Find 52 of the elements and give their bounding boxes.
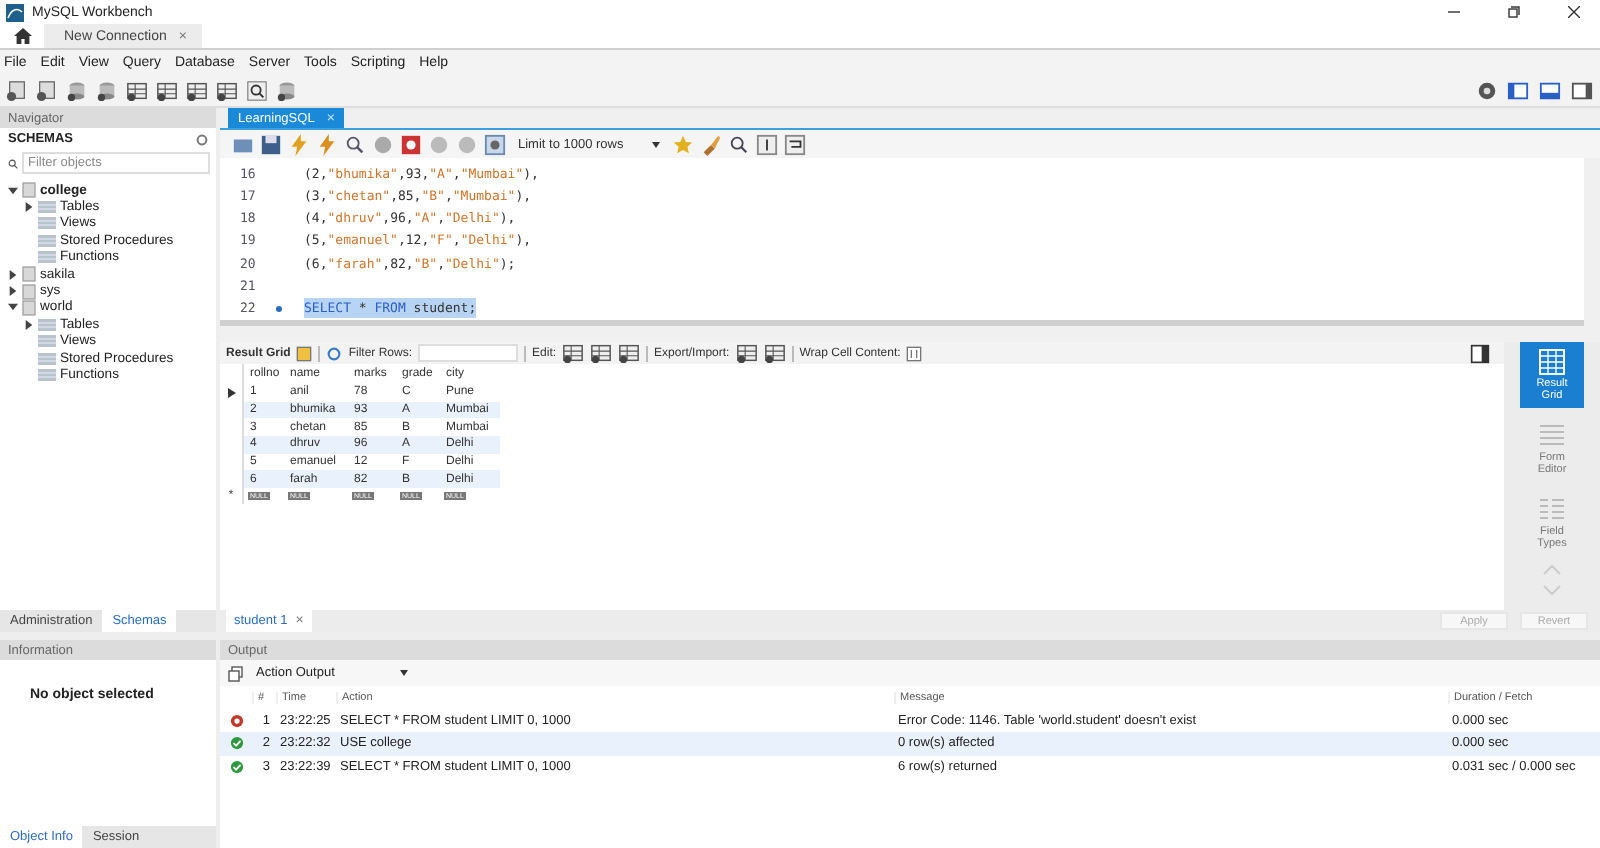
import-icon[interactable] (763, 342, 786, 364)
caret-icon (400, 670, 408, 676)
new-sql-tab-icon[interactable] (6, 79, 28, 101)
search-icon[interactable] (246, 79, 268, 101)
caret-icon (651, 141, 660, 147)
autocommit-icon[interactable] (484, 133, 506, 155)
add-row-icon[interactable] (590, 342, 613, 364)
filter-rows-field[interactable] (418, 344, 519, 362)
expand-arrow-icon[interactable] (24, 319, 34, 330)
create-function-icon[interactable] (216, 79, 238, 101)
search-icon[interactable] (727, 133, 750, 155)
minimize-icon[interactable] (1448, 6, 1460, 18)
search-icon (8, 157, 18, 169)
create-view-icon[interactable] (156, 79, 178, 101)
invisible-chars-icon[interactable] (755, 133, 778, 155)
restore-icon[interactable] (1508, 6, 1520, 18)
database-icon[interactable] (66, 79, 88, 101)
sidebar-toggle-icon[interactable] (1506, 79, 1530, 101)
star-icon[interactable] (671, 133, 694, 155)
wrap-icon[interactable] (906, 345, 923, 361)
close-icon[interactable] (1568, 6, 1580, 18)
create-procedure-icon[interactable] (186, 79, 208, 101)
delete-row-icon[interactable] (618, 342, 641, 364)
panel-toggle-icon[interactable] (1470, 343, 1490, 363)
success-icon (229, 759, 243, 774)
create-table-icon[interactable] (126, 79, 148, 101)
brush-icon[interactable] (699, 133, 722, 155)
refresh-icon[interactable] (326, 345, 343, 361)
save-icon[interactable] (260, 133, 282, 155)
success-icon (229, 736, 243, 751)
refresh-icon[interactable] (196, 133, 208, 145)
word-wrap-icon[interactable] (783, 133, 806, 155)
panel-toggle-icon[interactable] (1570, 79, 1594, 101)
settings-icon[interactable] (1476, 79, 1498, 101)
list-icon (1538, 496, 1566, 524)
magnifier-icon[interactable] (344, 133, 366, 155)
form-icon (1538, 422, 1566, 450)
error-icon (229, 713, 243, 728)
edit-row-icon[interactable] (562, 342, 585, 364)
collapse-arrow-icon[interactable] (8, 185, 18, 196)
reconnect-icon[interactable] (276, 79, 298, 101)
database-icon (22, 182, 36, 199)
create-schema-icon[interactable] (96, 79, 118, 101)
toggle-icon[interactable] (400, 133, 422, 155)
copy-icon[interactable] (228, 665, 244, 681)
grid-icon[interactable] (296, 345, 313, 361)
expand-arrow-icon[interactable] (24, 202, 34, 213)
export-icon[interactable] (735, 342, 758, 364)
output-toggle-icon[interactable] (1538, 79, 1562, 101)
collapse-arrow-icon[interactable] (8, 302, 18, 313)
open-sql-file-icon[interactable] (36, 79, 58, 101)
grid-icon (1538, 348, 1566, 376)
